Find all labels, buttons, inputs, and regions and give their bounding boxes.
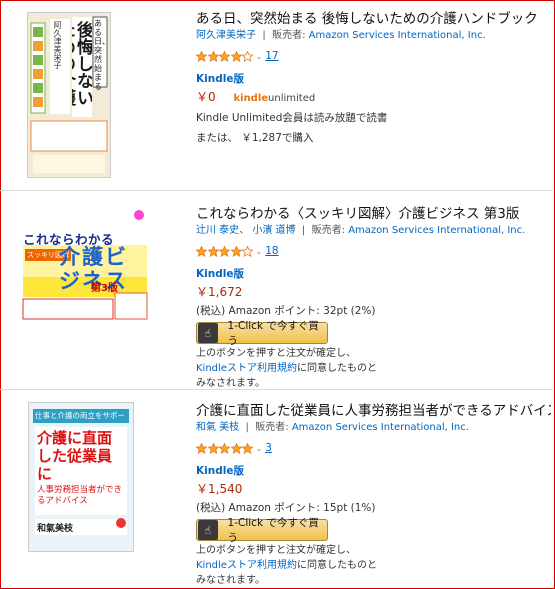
kindle-store-terms-link[interactable]: Kindleストア利用規約 [196,560,297,571]
star-icon [230,50,242,62]
chevron-down-icon[interactable]: ⌄ [256,52,263,61]
buy-button-label: 1-Click で今すぐ買う [227,320,319,347]
author-link[interactable]: 辻川 泰史 [196,225,239,236]
purchase-note-3: 上のボタンを押すと注文が確定し、 Kindleストア利用規約に同意したものと み… [196,543,551,588]
ku-logo-a: kindle [233,93,269,104]
result-item-3: 仕事と介護の両立をサポート! 介護に直面した従業員に 人事労務担当者ができるアド… [0,390,553,588]
book-meta-2: 辻川 泰史、 小濱 道博 | 販売者: Amazon Services Inte… [196,225,526,236]
star-icon [242,245,253,257]
author-link[interactable]: 和氣 美枝 [196,422,239,433]
star-icon [207,50,219,62]
note-b: に同意したものと [296,363,377,374]
price-3: ￥1,540 [196,482,243,496]
one-click-buy-button[interactable]: ☝ 1-Click で今すぐ買う [196,320,328,347]
purchase-note-2: 上のボタンを押すと注文が確定し、 Kindleストア利用規約に同意したものと み… [196,346,551,391]
star-icon [230,245,242,257]
star-rating[interactable] [196,50,254,62]
review-count-link[interactable]: 18 [265,245,278,257]
note-c: みなされます。 [196,378,265,389]
result-item-1: ある日、突然始まる 後悔しないための介護ハンドブック 阿久津美栄子 ある日、突然… [0,0,553,190]
cover-3-sub: 人事労務担当者ができるアドバイス [37,485,123,506]
book-cover-3[interactable]: 仕事と介護の両立をサポート! 介護に直面した従業員に 人事労務担当者ができるアド… [28,402,134,552]
format-link-1[interactable]: Kindle版 [196,72,551,86]
alt-price-link[interactable]: または、 ￥1,287で購入 [196,130,551,147]
note-c: みなされます。 [196,575,265,586]
kindle-store-terms-link[interactable]: Kindleストア利用規約 [196,363,297,374]
result-info-3: 介護に直面した従業員に人事労務担当者ができるアドバイス 和氣 美枝 | 販売者:… [196,402,551,588]
star-icon [196,50,207,62]
cover-1-title: 後悔しないための介護ハンドブック [72,21,92,106]
chevron-down-icon[interactable]: ⌄ [256,247,263,256]
result-info-2: これならわかる〈スッキリ図解〉介護ビジネス 第3版 辻川 泰史、 小濱 道博 |… [196,205,551,391]
cover-3-top: 仕事と介護の両立をサポート! [35,411,127,420]
star-icon [207,442,219,454]
note-a: 上のボタンを押すと注文が確定し、 [196,545,356,556]
ku-logo-b: unlimited [268,93,316,104]
seller-label: 販売者: [311,225,346,236]
note-b: に同意したものと [296,560,377,571]
star-icon [242,50,253,62]
book-meta-1: 阿久津美栄子 | 販売者: Amazon Services Internatio… [196,30,486,41]
pointer-hand-icon: ☝ [198,520,218,540]
book-title-2[interactable]: これならわかる〈スッキリ図解〉介護ビジネス 第3版 [196,205,551,223]
cover-3-author: 和氣美枝 [37,524,74,534]
author-link[interactable]: 小濱 道博 [252,225,295,236]
cover-3-title: 介護に直面した従業員に [37,429,113,483]
star-icon [196,245,207,257]
review-count-link[interactable]: 17 [265,50,278,62]
buy-button-label: 1-Click で今すぐ買う [227,517,319,544]
book-cover-1[interactable]: ある日、突然始まる 後悔しないための介護ハンドブック 阿久津美栄子 [27,12,111,178]
star-icon [242,442,253,454]
seller-link[interactable]: Amazon Services International, Inc. [292,422,469,433]
star-icon [219,50,230,62]
star-icon [219,245,230,257]
result-item-2: これならわかる スッキリ図解 介護ビジネス 第3版 これならわかる〈スッキリ図解… [0,191,553,389]
price-value: ￥0 [196,90,216,104]
book-cover-2[interactable]: これならわかる スッキリ図解 介護ビジネス 第3版 [19,207,151,323]
book-title-3[interactable]: 介護に直面した従業員に人事労務担当者ができるアドバイス [196,402,551,420]
star-rating[interactable] [196,245,254,257]
cover-1-author: 阿久津美栄子 [53,21,62,69]
result-info-1: ある日、突然始まる 後悔しないための介護ハンドブック 阿久津美栄子 | 販売者:… [196,10,551,147]
pointer-hand-icon: ☝ [198,323,218,343]
book-meta-3: 和氣 美枝 | 販売者: Amazon Services Internation… [196,422,469,433]
rating-row-1: ⌄ 17 [196,47,551,65]
rating-row-2: ⌄ 18 [196,242,551,260]
seller-link[interactable]: Amazon Services International, Inc. [348,225,525,236]
format-link-2[interactable]: Kindle版 [196,267,551,281]
star-rating[interactable] [196,442,254,454]
note-a: 上のボタンを押すと注文が確定し、 [196,348,356,359]
format-link-3[interactable]: Kindle版 [196,464,551,478]
seller-link[interactable]: Amazon Services International, Inc. [309,30,486,41]
author-link[interactable]: 阿久津美栄子 [196,30,256,41]
review-count-link[interactable]: 3 [265,442,272,454]
star-icon [196,442,207,454]
book-title-1[interactable]: ある日、突然始まる 後悔しないための介護ハンドブック [196,10,551,28]
one-click-buy-button[interactable]: ☝ 1-Click で今すぐ買う [196,517,328,544]
kindle-unlimited-logo: kindleunlimited [233,93,315,104]
star-icon [230,442,242,454]
cover-2-edition: 第3版 [91,283,118,294]
ku-note: Kindle Unlimited会員は読み放題で読書 [196,112,388,124]
star-icon [219,442,230,454]
price-2: ￥1,672 [196,285,243,299]
chevron-down-icon[interactable]: ⌄ [256,444,263,453]
rating-row-3: ⌄ 3 [196,439,551,457]
price-1: ￥0 kindleunlimited [196,89,551,107]
seller-label: 販売者: [272,30,306,41]
seller-label: 販売者: [255,422,289,433]
star-icon [207,245,219,257]
cover-1-line1: ある日、突然始まる [94,19,110,91]
